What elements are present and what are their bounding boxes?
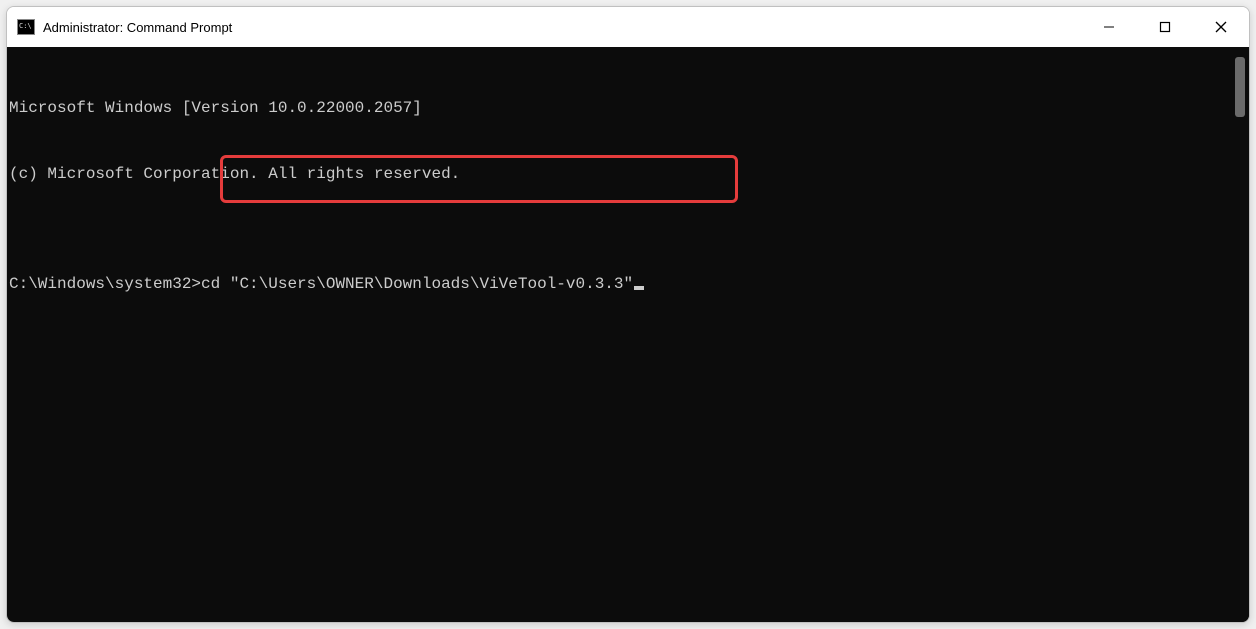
scrollbar-thumb[interactable] (1235, 57, 1245, 117)
window-controls (1081, 7, 1249, 47)
output-line-copyright: (c) Microsoft Corporation. All rights re… (9, 163, 1229, 185)
close-button[interactable] (1193, 7, 1249, 47)
terminal-output[interactable]: Microsoft Windows [Version 10.0.22000.20… (7, 47, 1231, 622)
prompt-line: C:\Windows\system32>cd "C:\Users\OWNER\D… (9, 273, 1229, 295)
command-text[interactable]: cd "C:\Users\OWNER\Downloads\ViVeTool-v0… (201, 275, 633, 293)
output-line-version: Microsoft Windows [Version 10.0.22000.20… (9, 97, 1229, 119)
command-prompt-window: Administrator: Command Prompt Microsoft … (6, 6, 1250, 623)
titlebar[interactable]: Administrator: Command Prompt (7, 7, 1249, 47)
terminal-area[interactable]: Microsoft Windows [Version 10.0.22000.20… (7, 47, 1249, 622)
scrollbar[interactable] (1231, 47, 1249, 622)
titlebar-left: Administrator: Command Prompt (7, 19, 1081, 35)
maximize-button[interactable] (1137, 7, 1193, 47)
cmd-icon (17, 19, 35, 35)
maximize-icon (1159, 21, 1171, 33)
text-cursor (634, 286, 644, 290)
prompt-text: C:\Windows\system32> (9, 275, 201, 293)
minimize-button[interactable] (1081, 7, 1137, 47)
close-icon (1215, 21, 1227, 33)
minimize-icon (1103, 21, 1115, 33)
window-title: Administrator: Command Prompt (43, 20, 232, 35)
